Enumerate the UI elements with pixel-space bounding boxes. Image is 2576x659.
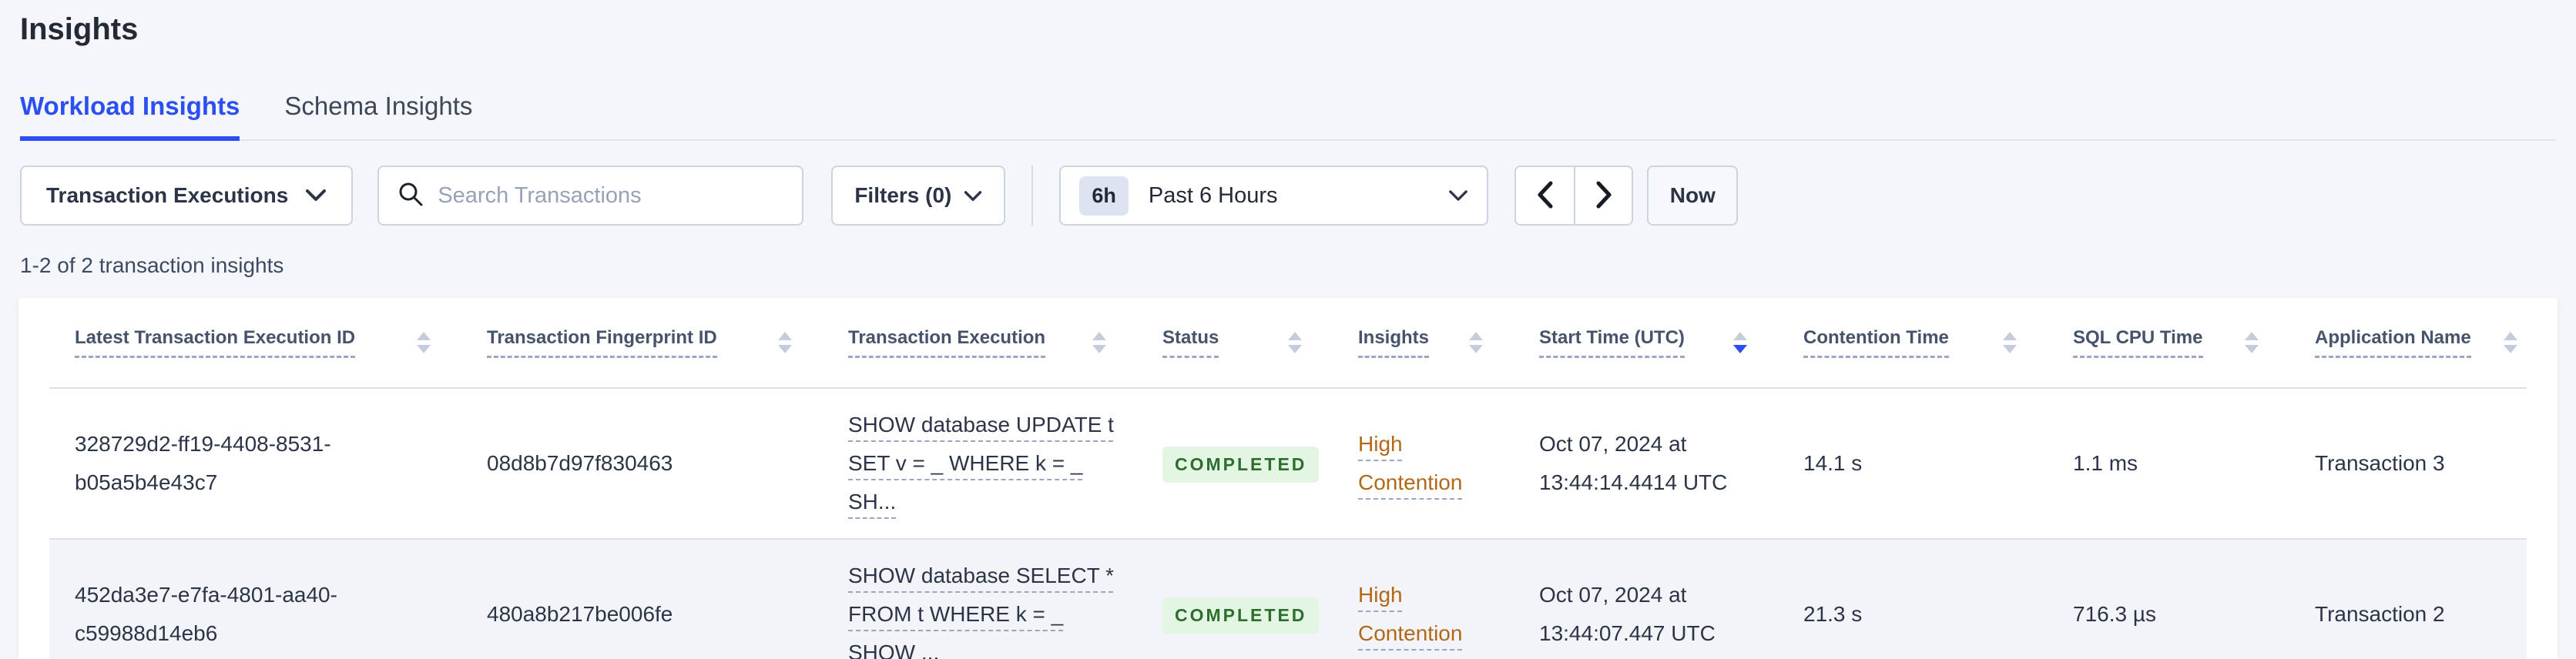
page-title: Insights [20,12,139,46]
cell-fingerprint-id: 08d8b7d97f830463 [487,451,673,475]
sort-icon-active-desc[interactable] [1733,332,1747,353]
column-header-contention-time[interactable]: Contention Time [1778,327,2048,358]
time-range-badge: 6h [1079,176,1129,216]
chevron-right-icon [1594,180,1614,212]
table-row: 328729d2-ff19-4408-8531-b05a5b4e43c7 08d… [49,389,2527,538]
column-header-start-time[interactable]: Start Time (UTC) [1514,327,1778,358]
time-next-button[interactable] [1574,167,1632,224]
chevron-down-icon [1448,183,1468,208]
cell-latest-execution-id: 452da3e7-e7fa-4801-aa40-c59988d14eb6 [75,583,337,645]
chevron-down-icon [305,183,327,208]
cell-contention-time: 14.1 s [1803,451,1863,475]
column-header-application-name[interactable]: Application Name [2289,327,2527,358]
column-header-insights[interactable]: Insights [1333,327,1514,358]
filters-button[interactable]: Filters (0) [831,166,1006,226]
column-header-transaction-execution[interactable]: Transaction Execution [823,327,1137,358]
sort-icon[interactable] [2245,332,2259,353]
cell-contention-time: 21.3 s [1803,602,1863,626]
cell-application-name: Transaction 2 [2315,602,2445,626]
cell-start-time: Oct 07, 2024 at 13:44:14.4414 UTC [1539,432,1728,494]
cell-sql-cpu-time: 1.1 ms [2073,451,2138,475]
search-icon [397,181,424,211]
time-nav-group [1514,166,1634,226]
cell-fingerprint-id: 480a8b217be006fe [487,602,673,626]
sort-icon[interactable] [1092,332,1106,353]
tab-schema-insights[interactable]: Schema Insights [284,92,472,141]
column-header-sql-cpu-time[interactable]: SQL CPU Time [2048,327,2289,358]
status-badge: COMPLETED [1162,597,1320,634]
transaction-execution-link[interactable]: SHOW database SELECT * FROM t WHERE k = … [848,564,1114,659]
view-type-label: Transaction Executions [46,183,289,207]
time-range-label: Past 6 Hours [1148,182,1278,208]
toolbar-divider [1031,166,1034,226]
sort-icon[interactable] [2003,332,2017,353]
results-count: 1-2 of 2 transaction insights [20,253,284,277]
sort-icon[interactable] [417,332,431,353]
tab-bar: Workload Insights Schema Insights [20,92,2556,141]
time-range-picker[interactable]: 6h Past 6 Hours [1059,166,1489,226]
table-header-row: Latest Transaction Execution ID Transact… [49,298,2527,389]
cell-sql-cpu-time: 716.3 µs [2073,602,2156,626]
table-row: 452da3e7-e7fa-4801-aa40-c59988d14eb6 480… [49,538,2527,659]
column-header-status[interactable]: Status [1137,327,1333,358]
sort-icon[interactable] [1469,332,1483,353]
search-input[interactable] [438,182,784,209]
status-badge: COMPLETED [1162,447,1320,483]
now-button[interactable]: Now [1647,166,1739,226]
transaction-execution-link[interactable]: SHOW database UPDATE t SET v = _ WHERE k… [848,413,1114,513]
search-box[interactable] [377,166,804,226]
filters-label: Filters (0) [854,183,952,207]
column-header-latest-transaction-execution-id[interactable]: Latest Transaction Execution ID [49,327,461,358]
sort-icon[interactable] [778,332,792,353]
column-header-transaction-fingerprint-id[interactable]: Transaction Fingerprint ID [461,327,823,358]
insight-high-contention-link[interactable]: High Contention [1358,432,1462,494]
sort-icon[interactable] [1288,332,1302,353]
chevron-down-icon [964,183,982,208]
cell-latest-execution-id: 328729d2-ff19-4408-8531-b05a5b4e43c7 [75,432,331,494]
sort-icon[interactable] [2504,332,2517,353]
insights-page: Insights Workload Insights Schema Insigh… [0,0,2576,659]
view-type-dropdown[interactable]: Transaction Executions [20,166,354,226]
chevron-left-icon [1535,180,1555,212]
toolbar: Transaction Executions Filters (0) 6h Pa… [20,166,2556,226]
insight-high-contention-link[interactable]: High Contention [1358,583,1462,645]
cell-application-name: Transaction 3 [2315,451,2445,475]
tab-workload-insights[interactable]: Workload Insights [20,92,240,141]
cell-start-time: Oct 07, 2024 at 13:44:07.447 UTC [1539,583,1716,645]
time-prev-button[interactable] [1516,167,1575,224]
insights-table-card: Latest Transaction Execution ID Transact… [18,298,2558,659]
